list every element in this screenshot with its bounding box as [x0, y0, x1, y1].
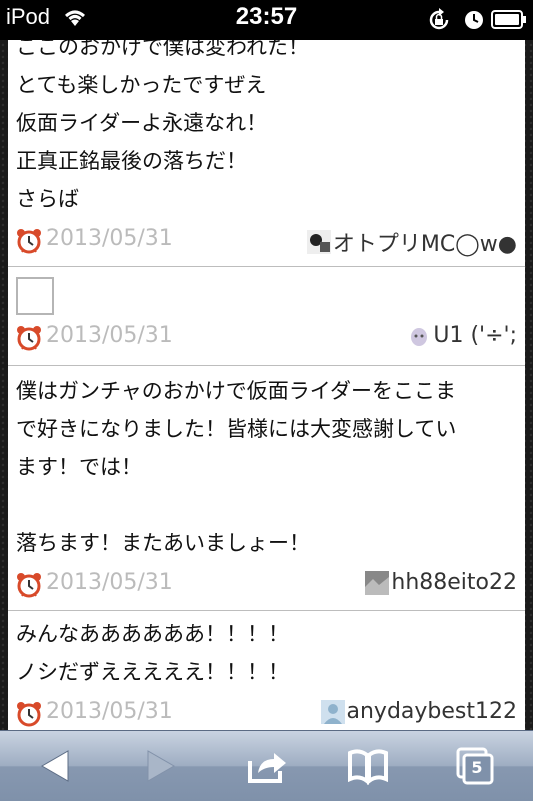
- user-avatar: [306, 230, 331, 254]
- comment-username: U1 ('÷';: [433, 323, 517, 348]
- user-avatar: [365, 570, 390, 595]
- alarm-clock-icon: [17, 326, 41, 351]
- comment-date: 2013/05/31: [46, 699, 173, 724]
- back-arrow-icon[interactable]: [34, 745, 78, 787]
- comment-text-line: で好きになりました！皆様には大変感謝してい: [16, 417, 457, 441]
- comment-username: hh88eito22: [391, 570, 517, 595]
- comment-text-line: さらば: [16, 187, 79, 211]
- comment-text-line: ノシだずえええええ！！！！: [16, 660, 289, 684]
- image-placeholder[interactable]: [16, 277, 54, 315]
- comment-feed[interactable]: ここのおかげで僕は変われた！ とても楽しかったですぜえ 仮面ライダーよ永遠なれ！…: [8, 40, 525, 730]
- comment-user[interactable]: anydaybest122: [320, 699, 518, 724]
- bookmarks-book-icon[interactable]: [346, 745, 390, 787]
- comment-post: ここのおかげで僕は変われた！ とても楽しかったですぜえ 仮面ライダーよ永遠なれ！…: [8, 40, 525, 267]
- status-bar: iPod 23:57: [0, 0, 533, 40]
- comment-text-line: 落ちます！またあいましょー！: [16, 531, 310, 555]
- rotation-lock-icon: [429, 8, 449, 30]
- user-avatar: [320, 699, 345, 724]
- comment-text-line: 仮面ライダーよ永遠なれ！: [16, 111, 268, 135]
- comment-post: 僕はガンチャのおかけで仮面ライダーをここま で好きになりました！皆様には大変感謝…: [8, 366, 525, 611]
- alarm-clock-icon: [17, 229, 41, 254]
- comment-date: 2013/05/31: [46, 323, 173, 348]
- comment-user[interactable]: hh88eito22: [365, 570, 517, 595]
- comment-meta: 2013/05/31 hh88eito22: [16, 562, 517, 610]
- comment-text-line: ます！では！: [16, 455, 142, 479]
- comment-user[interactable]: U1 ('÷';: [407, 323, 517, 348]
- forward-arrow-icon[interactable]: [138, 745, 182, 787]
- comment-meta: 2013/05/31 オトプリMC◯w●: [16, 218, 517, 266]
- alarm-clock-icon: [17, 702, 41, 727]
- comment-text-line: みんなああああああ！！！！: [16, 622, 289, 646]
- comment-date: 2013/05/31: [46, 570, 173, 595]
- comment-meta: 2013/05/31 anydaybest122: [16, 691, 517, 730]
- comment-username: オトプリMC◯w●: [332, 232, 517, 257]
- comment-text-line: 僕はガンチャのおかけで仮面ライダーをここま: [16, 379, 456, 403]
- browser-toolbar: [0, 730, 533, 801]
- comment-user[interactable]: オトプリMC◯w●: [306, 226, 517, 258]
- comment-post: みんなああああああ！！！！ ノシだずえええええ！！！！ 2013/05/31 a…: [8, 611, 525, 730]
- comment-text-line: [16, 486, 517, 524]
- comment-date: 2013/05/31: [46, 226, 173, 251]
- user-avatar: [407, 323, 432, 348]
- tab-count-badge: 5: [471, 758, 483, 777]
- share-icon[interactable]: [244, 745, 288, 787]
- comment-username: anydaybest122: [346, 699, 518, 724]
- comment-text-line: ここのおかげで僕は変われた！: [16, 40, 309, 59]
- alarm-status-icon: [465, 11, 483, 29]
- comment-post: 2013/05/31 U1 ('÷';: [8, 277, 525, 366]
- comment-meta: 2013/05/31 U1 ('÷';: [16, 315, 517, 365]
- comment-text-line: 正真正銘最後の落ちだ！: [16, 149, 247, 173]
- battery-icon: [491, 10, 526, 29]
- status-time: 23:57: [235, 3, 298, 30]
- alarm-clock-icon: [17, 573, 41, 598]
- comment-text-line: とても楽しかったですぜえ: [16, 73, 267, 97]
